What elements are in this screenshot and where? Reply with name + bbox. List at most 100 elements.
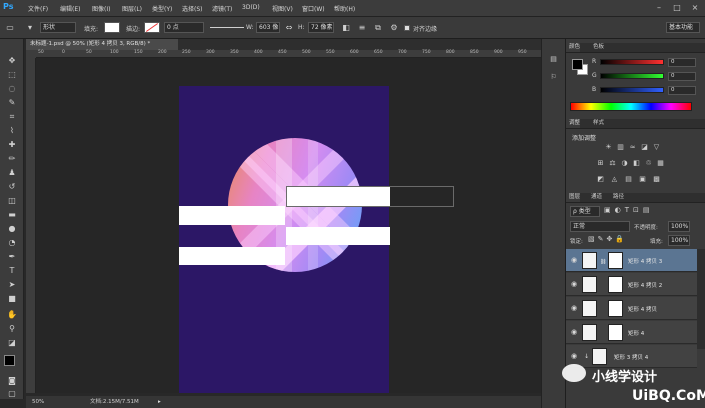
invert-icon[interactable]: ◩ xyxy=(596,175,605,184)
color-spectrum-bar[interactable] xyxy=(570,102,692,111)
pen-tool-icon[interactable]: ✒ xyxy=(6,251,18,263)
minimize-button[interactable]: – xyxy=(654,3,664,13)
brush-tool-icon[interactable]: ✏ xyxy=(6,153,18,165)
visibility-eye-icon[interactable]: ◉ xyxy=(570,328,578,336)
stroke-type-line[interactable] xyxy=(210,27,244,28)
layer-name[interactable]: 矩形 4 拷贝 xyxy=(628,305,657,313)
properties-icon[interactable]: ⚐ xyxy=(549,73,558,82)
history-icon[interactable]: ▤ xyxy=(549,55,558,64)
channel-mixer-icon[interactable]: ♲ xyxy=(644,159,653,168)
tab-styles[interactable]: 样式 xyxy=(590,119,604,128)
history-brush-tool-icon[interactable]: ↺ xyxy=(6,181,18,193)
marquee-tool-icon[interactable]: ⬚ xyxy=(6,69,18,81)
layer-name[interactable]: 矩形 4 xyxy=(628,329,644,337)
gradient-map-icon[interactable]: ▣ xyxy=(638,175,647,184)
type-tool-icon[interactable]: T xyxy=(6,265,18,277)
path-operations-icon[interactable]: ◧ xyxy=(340,22,352,34)
dropdown-icon[interactable]: ▾ xyxy=(24,22,36,34)
stroke-width-input[interactable]: 0 点 xyxy=(164,22,204,33)
fill-opacity-input[interactable]: 100% xyxy=(668,235,690,246)
layers-scrollbar[interactable] xyxy=(697,249,705,349)
width-input[interactable]: 603 像 xyxy=(256,22,280,33)
white-rectangle-2[interactable] xyxy=(179,206,285,225)
layer-row[interactable]: ◉ 矩形 4 拷贝 xyxy=(566,297,697,320)
lock-icons[interactable]: ▧✎✥🔒 xyxy=(588,235,627,243)
layer-name[interactable]: 矩形 3 拷贝 4 xyxy=(614,353,648,361)
channel-g-value[interactable]: 0 xyxy=(668,72,696,81)
layer-row[interactable]: ◉ 矩形 4 拷贝 2 xyxy=(566,273,697,296)
menu-select[interactable]: 选择(S) xyxy=(182,4,203,13)
color-lookup-icon[interactable]: ▦ xyxy=(656,159,665,168)
hue-saturation-icon[interactable]: ⊞ xyxy=(596,159,605,168)
path-selection-tool-icon[interactable]: ➤ xyxy=(6,279,18,291)
visibility-eye-icon[interactable]: ◉ xyxy=(570,352,578,360)
shape-mode-select[interactable]: 形状 xyxy=(40,22,76,33)
screen-mode-icon[interactable]: ▢ xyxy=(6,388,18,400)
artboard[interactable] xyxy=(179,86,390,393)
tab-paths[interactable]: 路径 xyxy=(610,193,624,202)
quick-mask-icon[interactable]: ◙ xyxy=(6,375,18,387)
selection-bounding-box[interactable] xyxy=(286,186,454,207)
zoom-level[interactable]: 50% xyxy=(32,396,44,408)
layer-name[interactable]: 矩形 4 拷贝 3 xyxy=(628,257,662,265)
opacity-input[interactable]: 100% xyxy=(668,221,690,232)
fill-swatch[interactable] xyxy=(104,22,120,33)
vibrance-icon[interactable]: ▽ xyxy=(652,143,661,152)
white-rectangle-4[interactable] xyxy=(179,247,285,265)
rectangle-shape-tool-icon[interactable]: ■ xyxy=(6,293,18,305)
blend-mode-select[interactable]: 正常 xyxy=(570,221,630,232)
menu-3d[interactable]: 3D(D) xyxy=(242,4,260,11)
healing-brush-tool-icon[interactable]: ✚ xyxy=(6,139,18,151)
gradient-tool-icon[interactable]: ▬ xyxy=(6,209,18,221)
zoom-tool-icon[interactable]: ⚲ xyxy=(6,323,18,335)
stroke-swatch[interactable] xyxy=(144,22,160,33)
layer-row[interactable]: ◉ 矩形 4 xyxy=(566,321,697,344)
clone-stamp-tool-icon[interactable]: ♟ xyxy=(6,167,18,179)
horizontal-ruler[interactable]: 50 0 50 100 150 200 250 300 350 400 450 500 550 600 65… xyxy=(36,50,541,58)
color-balance-icon[interactable]: ⚖ xyxy=(608,159,617,168)
channel-r-value[interactable]: 0 xyxy=(668,58,696,67)
rectangle-tool-icon[interactable]: ▭ xyxy=(4,22,16,34)
lasso-tool-icon[interactable]: ◌ xyxy=(6,83,18,95)
black-white-icon[interactable]: ◑ xyxy=(620,159,629,168)
default-colors-icon[interactable]: ◪ xyxy=(6,337,18,349)
visibility-eye-icon[interactable]: ◉ xyxy=(570,256,578,264)
tab-swatches[interactable]: 色板 xyxy=(590,43,604,52)
layer-kind-filter[interactable]: ρ 类型 xyxy=(570,206,600,217)
tab-layers[interactable]: 图层 xyxy=(566,193,581,202)
tab-color[interactable]: 颜色 xyxy=(566,43,581,52)
move-tool-icon[interactable]: ✥ xyxy=(6,55,18,67)
posterize-icon[interactable]: ◬ xyxy=(610,175,619,184)
link-icon[interactable]: ⇔ xyxy=(283,22,295,34)
blur-tool-icon[interactable]: ● xyxy=(6,223,18,235)
menu-view[interactable]: 视图(V) xyxy=(272,4,293,13)
hand-tool-icon[interactable]: ✋ xyxy=(6,309,18,321)
vertical-ruler[interactable] xyxy=(26,58,36,393)
menu-edit[interactable]: 编辑(E) xyxy=(60,4,80,13)
tab-channels[interactable]: 通道 xyxy=(588,193,602,202)
layer-filter-icons[interactable]: ▣◐T⊡▤ xyxy=(604,206,690,217)
dodge-tool-icon[interactable]: ◔ xyxy=(6,237,18,249)
menu-help[interactable]: 帮助(H) xyxy=(334,4,355,13)
threshold-icon[interactable]: ▤ xyxy=(624,175,633,184)
quick-select-tool-icon[interactable]: ✎ xyxy=(6,97,18,109)
channel-g-slider[interactable] xyxy=(600,73,664,79)
layer-row[interactable]: ◉ ⛓ 矩形 4 拷贝 3 xyxy=(566,249,697,272)
white-rectangle-3[interactable] xyxy=(286,227,390,245)
channel-b-slider[interactable] xyxy=(600,87,664,93)
menu-image[interactable]: 图像(I) xyxy=(92,4,110,13)
menu-file[interactable]: 文件(F) xyxy=(28,4,48,13)
align-edges-checkbox[interactable] xyxy=(404,25,410,31)
menu-window[interactable]: 窗口(W) xyxy=(302,4,325,13)
curves-icon[interactable]: ≈ xyxy=(628,143,637,152)
brightness-icon[interactable]: ☀ xyxy=(604,143,613,152)
path-alignment-icon[interactable]: ≡ xyxy=(356,22,368,34)
menu-filter[interactable]: 滤镜(T) xyxy=(212,4,232,13)
layer-name[interactable]: 矩形 4 拷贝 2 xyxy=(628,281,662,289)
photo-filter-icon[interactable]: ◧ xyxy=(632,159,641,168)
status-arrow-icon[interactable]: ▸ xyxy=(158,396,161,408)
channel-r-slider[interactable] xyxy=(600,59,664,65)
eyedropper-tool-icon[interactable]: ⌇ xyxy=(6,125,18,137)
crop-tool-icon[interactable]: ⌗ xyxy=(6,111,18,123)
channel-b-value[interactable]: 0 xyxy=(668,86,696,95)
